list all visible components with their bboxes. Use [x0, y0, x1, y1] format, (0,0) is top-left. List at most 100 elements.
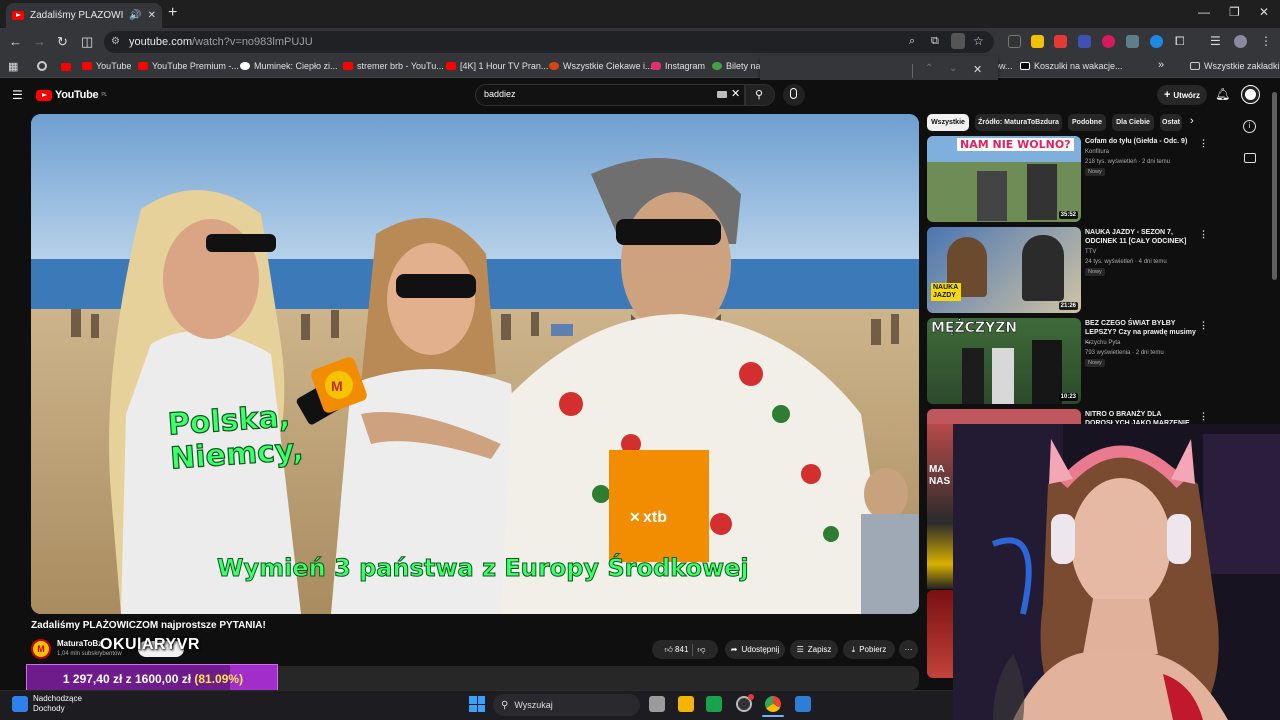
tab-audio-icon[interactable]: 🔊 — [129, 10, 141, 21]
page-scrollbar[interactable] — [1272, 92, 1277, 280]
find-close-icon[interactable]: ✕ — [973, 63, 982, 76]
recommended-more-icon[interactable]: ⋮ — [1199, 320, 1208, 331]
bookmark-muminek[interactable]: Muminek: Ciepło zi... — [240, 61, 338, 71]
weather-widget[interactable]: Nadchodzące Dochody — [33, 694, 82, 714]
extension-5-icon[interactable] — [1102, 35, 1115, 48]
goal-current: 1 297,40 zł — [62, 672, 123, 686]
voice-search-button[interactable] — [783, 84, 805, 106]
recommended-thumbnail-partial[interactable]: MA NAS — [927, 424, 953, 589]
recommended-channel[interactable]: TTV — [1085, 247, 1197, 257]
bookmarks-all-folder[interactable]: Wszystkie zakładki — [1190, 61, 1280, 71]
reading-view-icon[interactable]: ◫ — [81, 34, 93, 50]
extension-1-icon[interactable] — [1008, 35, 1021, 48]
recommended-channel[interactable]: Krzychu Pyta — [1085, 338, 1197, 348]
recommended-more-icon[interactable]: ⋮ — [1199, 138, 1208, 149]
recommended-title[interactable]: NAUKA JAZDY - SEZON 7, ODCINEK 11 [CAŁY … — [1085, 228, 1197, 246]
reload-icon[interactable]: ↻ — [57, 34, 68, 50]
bookmark-instagram[interactable]: Instagram — [651, 61, 705, 71]
svg-text:✕: ✕ — [629, 509, 641, 525]
recommended-thumbnail[interactable]: NAM NIE WOLNO? 35:52 — [927, 136, 1081, 222]
recommended-thumbnail[interactable]: MĘŻCZYZN 10:23 — [927, 318, 1081, 404]
apps-grid-icon[interactable]: ▦ — [8, 60, 18, 73]
install-app-icon[interactable]: ⧉ — [931, 35, 939, 48]
chip-for-you[interactable]: Dla Ciebie — [1112, 114, 1154, 131]
chips-next-icon[interactable]: › — [1190, 115, 1194, 127]
recommended-more-icon[interactable]: ⋮ — [1199, 229, 1208, 240]
recommended-title[interactable]: Cofam do tyłu (Giełda - Odc. 9) — [1085, 137, 1197, 146]
tab-close-icon[interactable]: ✕ — [148, 10, 156, 21]
find-next-icon[interactable]: ⌄ — [949, 63, 957, 74]
extension-6-icon[interactable] — [1126, 35, 1139, 48]
channel-avatar[interactable]: M — [31, 639, 51, 659]
store-icon[interactable] — [706, 696, 722, 712]
info-icon[interactable]: i — [1243, 120, 1256, 133]
bookmark-star-icon[interactable]: ☆ — [973, 34, 984, 48]
zoom-icon[interactable]: ⌕ — [909, 35, 915, 48]
task-view-icon[interactable] — [649, 696, 665, 712]
recommended-thumbnail[interactable]: NAUKA JAZDY 21:26 — [927, 227, 1081, 313]
chip-source-channel[interactable]: Źródło: MaturaToBzdura — [975, 114, 1062, 131]
bookmark-wszystkie-ciekawe[interactable]: Wszystkie Ciekawe i... — [549, 61, 653, 71]
site-info-icon[interactable]: ⚙ — [111, 36, 120, 47]
chip-all[interactable]: Wszystkie — [927, 114, 969, 131]
minimize-window-icon[interactable]: — — [1198, 5, 1210, 19]
extension-2-icon[interactable] — [1031, 35, 1044, 48]
extension-4-icon[interactable] — [1078, 35, 1091, 48]
url-text[interactable]: youtube.com/watch?v=no983lmPUJU — [129, 36, 313, 48]
download-button[interactable]: ⤓ Pobierz — [843, 640, 895, 659]
recommended-thumbnail-partial[interactable] — [927, 590, 953, 678]
youtube-logo[interactable]: YouTube PL — [36, 89, 107, 101]
bookmark-label: Koszulki na wakacje... — [1034, 61, 1123, 71]
close-window-icon[interactable]: ✕ — [1259, 5, 1269, 19]
dislike-icon[interactable]: 👎︎ — [697, 645, 705, 655]
bookmark-koszulki[interactable]: Koszulki na wakacje... — [1020, 61, 1123, 71]
reading-list-icon[interactable]: ☰ — [1210, 34, 1221, 48]
translate-icon[interactable] — [951, 33, 965, 49]
video-title: Zadaliśmy PLAŻOWICZOM najprostsze PYTANI… — [31, 620, 266, 631]
share-button[interactable]: ➦ Udostępnij — [725, 640, 785, 659]
extension-7-icon[interactable] — [1150, 35, 1163, 48]
browser-tab[interactable]: Zadaliśmy PLAŻOWICZOM 🔊 ✕ — [6, 3, 162, 28]
profile-avatar[interactable] — [1234, 35, 1247, 48]
extensions-puzzle-icon[interactable]: ⧠ — [1175, 34, 1185, 49]
new-tab-button[interactable]: + — [168, 4, 177, 22]
recommended-channel[interactable]: Konfitura — [1085, 147, 1197, 157]
like-button[interactable]: 👍︎ 841 — [664, 645, 688, 655]
keyboard-icon[interactable] — [717, 91, 727, 98]
bookmark-bilety[interactable]: Bilety na l — [712, 61, 765, 71]
bookmark-youtube-premium[interactable]: YouTube Premium -... — [138, 61, 239, 71]
extension-3-icon[interactable] — [1054, 35, 1067, 48]
search-button[interactable]: ⚲ — [745, 84, 775, 106]
notifications-bell-icon[interactable]: 🔔︎ — [1215, 87, 1230, 101]
back-icon[interactable]: ← — [9, 34, 22, 49]
bookmark-youtube[interactable]: YouTube — [82, 61, 131, 71]
chrome-icon[interactable] — [765, 696, 781, 712]
file-explorer-icon[interactable] — [678, 696, 694, 712]
chip-similar[interactable]: Podobne — [1068, 114, 1106, 131]
bookmarks-overflow-icon[interactable]: » — [1158, 59, 1164, 71]
bookmark-circle-icon[interactable] — [37, 61, 47, 71]
channel-name[interactable]: MaturaToBz — [57, 639, 102, 648]
notepad-icon[interactable] — [795, 696, 811, 712]
start-windows-icon[interactable] — [469, 696, 485, 712]
bookmark-stremer-brb[interactable]: stremer brb - YouTu... — [343, 61, 444, 71]
bookmark-youtube-icon[interactable] — [61, 63, 71, 71]
video-player[interactable]: xtb ✕ M Polska, Niemcy, Wymień 3 państwa… — [31, 114, 919, 614]
account-avatar[interactable] — [1241, 85, 1260, 104]
hamburger-menu-icon[interactable]: ☰ — [12, 88, 23, 102]
recommended-more-icon[interactable]: ⋮ — [1199, 411, 1208, 422]
maximize-window-icon[interactable]: ❐ — [1229, 5, 1240, 19]
browser-menu-icon[interactable]: ⋮ — [1260, 34, 1272, 48]
find-previous-icon[interactable]: ⌃ — [925, 63, 933, 74]
forward-icon[interactable]: → — [33, 34, 46, 49]
more-actions-button[interactable]: ··· — [899, 640, 918, 659]
weather-widget-icon[interactable] — [12, 696, 28, 712]
recommended-thumbnail[interactable] — [927, 409, 1081, 424]
clear-search-icon[interactable]: ✕ — [731, 87, 740, 100]
chat-icon[interactable] — [1244, 153, 1256, 163]
bookmark-1-hour-tv[interactable]: [4K] 1 Hour TV Pran... — [446, 61, 548, 71]
chip-recent[interactable]: Ostat — [1160, 114, 1182, 131]
create-button[interactable]: + Utwórz — [1157, 85, 1207, 105]
taskbar-search[interactable]: ⚲ Wyszukaj — [493, 694, 640, 716]
save-button[interactable]: ☰ Zapisz — [790, 640, 838, 659]
